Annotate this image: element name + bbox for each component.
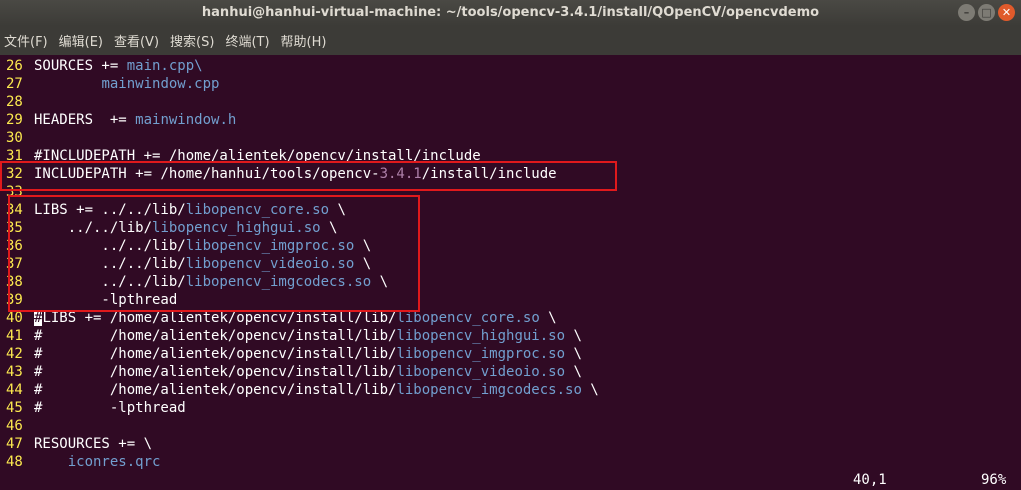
line-code: # -lpthread — [34, 399, 186, 417]
code-token: LIBS += /home/alientek/opencv/install/li… — [42, 310, 397, 326]
line-code: # /home/alientek/opencv/install/lib/libo… — [34, 381, 599, 399]
minimize-button[interactable]: – — [958, 4, 975, 21]
menu-bar: 文件(F) 编辑(E) 查看(V) 搜索(S) 终端(T) 帮助(H) — [0, 26, 1021, 55]
line-code: SOURCES += main.cpp\ — [34, 57, 203, 75]
code-token: mainwindow.cpp — [101, 76, 220, 92]
code-token: iconres.qrc — [67, 454, 161, 470]
cursor-position: 40,1 — [853, 472, 887, 488]
code-token: \ — [565, 346, 582, 362]
highlight-box-includepath — [0, 161, 617, 191]
code-token: # /home/alientek/opencv/install/lib/ — [34, 346, 397, 362]
line-number: 46 — [6, 418, 23, 434]
menu-edit[interactable]: 编辑(E) — [55, 31, 110, 50]
code-token: HEADERS += — [34, 112, 136, 128]
menu-terminal[interactable]: 终端(T) — [221, 31, 276, 50]
code-line: 43 # /home/alientek/opencv/install/lib/li… — [0, 363, 1021, 381]
code-token: # /home/alientek/opencv/install/lib/ — [34, 364, 397, 380]
line-number: 44 — [6, 382, 23, 398]
line-number: 27 — [6, 76, 23, 92]
line-number: 30 — [6, 130, 23, 146]
code-line: 30 — [0, 129, 1021, 147]
code-line: 42 # /home/alientek/opencv/install/lib/li… — [0, 345, 1021, 363]
code-line: 27 mainwindow.cpp — [0, 75, 1021, 93]
line-number: 47 — [6, 436, 23, 452]
code-token: libopencv_imgproc.so — [396, 346, 566, 362]
line-code: # /home/alientek/opencv/install/lib/libo… — [34, 327, 582, 345]
code-line: 46 — [0, 417, 1021, 435]
code-token: # /home/alientek/opencv/install/lib/ — [34, 328, 397, 344]
code-line: 28 — [0, 93, 1021, 111]
line-number: 42 — [6, 346, 23, 362]
terminal-editor[interactable]: 26 SOURCES += main.cpp\ 27 mainwindow.cpp 2… — [0, 55, 1021, 490]
line-number: 45 — [6, 400, 23, 416]
maximize-button[interactable]: □ — [978, 4, 995, 21]
scroll-percent: 96% — [981, 472, 1007, 488]
line-number: 26 — [6, 58, 23, 74]
menu-search[interactable]: 搜索(S) — [166, 31, 221, 50]
code-token: \ — [581, 382, 599, 398]
highlight-box-libs — [8, 195, 420, 312]
line-number: 48 — [6, 454, 23, 470]
line-number: 43 — [6, 364, 23, 380]
code-token: RESOURCES += \ — [34, 436, 153, 452]
line-code: RESOURCES += \ — [34, 435, 152, 453]
code-token: libopencv_videoio.so — [396, 364, 566, 380]
line-code: mainwindow.cpp — [34, 75, 219, 93]
line-code: # /home/alientek/opencv/install/lib/libo… — [34, 345, 582, 363]
code-token: mainwindow.h — [135, 112, 237, 128]
code-line: 48 iconres.qrc — [0, 453, 1021, 471]
line-number: 28 — [6, 94, 23, 110]
code-token: \ — [565, 364, 582, 380]
close-button[interactable]: ✕ — [998, 4, 1015, 21]
code-token: main.cpp\ — [126, 58, 203, 74]
code-line: 29 HEADERS += mainwindow.h — [0, 111, 1021, 129]
line-code: iconres.qrc — [34, 453, 161, 471]
line-number: 29 — [6, 112, 23, 128]
menu-help[interactable]: 帮助(H) — [277, 31, 334, 50]
code-line: 41 # /home/alientek/opencv/install/lib/li… — [0, 327, 1021, 345]
line-number: 41 — [6, 328, 23, 344]
window-title: hanhui@hanhui-virtual-machine: ~/tools/o… — [201, 5, 820, 20]
code-token: \ — [565, 328, 582, 344]
code-token: \ — [539, 310, 557, 326]
code-token: libopencv_highgui.so — [396, 328, 566, 344]
code-token: SOURCES += — [34, 58, 127, 74]
code-line: 47 RESOURCES += \ — [0, 435, 1021, 453]
line-code: # /home/alientek/opencv/install/lib/libo… — [34, 363, 582, 381]
code-token: # /home/alientek/opencv/install/lib/ — [34, 382, 397, 398]
window-controls: – □ ✕ — [958, 4, 1015, 21]
code-line: 44 # /home/alientek/opencv/install/lib/li… — [0, 381, 1021, 399]
menu-view[interactable]: 查看(V) — [110, 31, 166, 50]
window-titlebar[interactable]: hanhui@hanhui-virtual-machine: ~/tools/o… — [0, 0, 1021, 26]
code-line: 45 # -lpthread — [0, 399, 1021, 417]
code-token: libopencv_imgcodecs.so — [396, 382, 582, 398]
menu-file[interactable]: 文件(F) — [0, 31, 55, 50]
code-line: 26 SOURCES += main.cpp\ — [0, 57, 1021, 75]
code-token: # -lpthread — [34, 400, 186, 416]
line-code: HEADERS += mainwindow.h — [34, 111, 236, 129]
code-token: libopencv_core.so — [396, 310, 540, 326]
